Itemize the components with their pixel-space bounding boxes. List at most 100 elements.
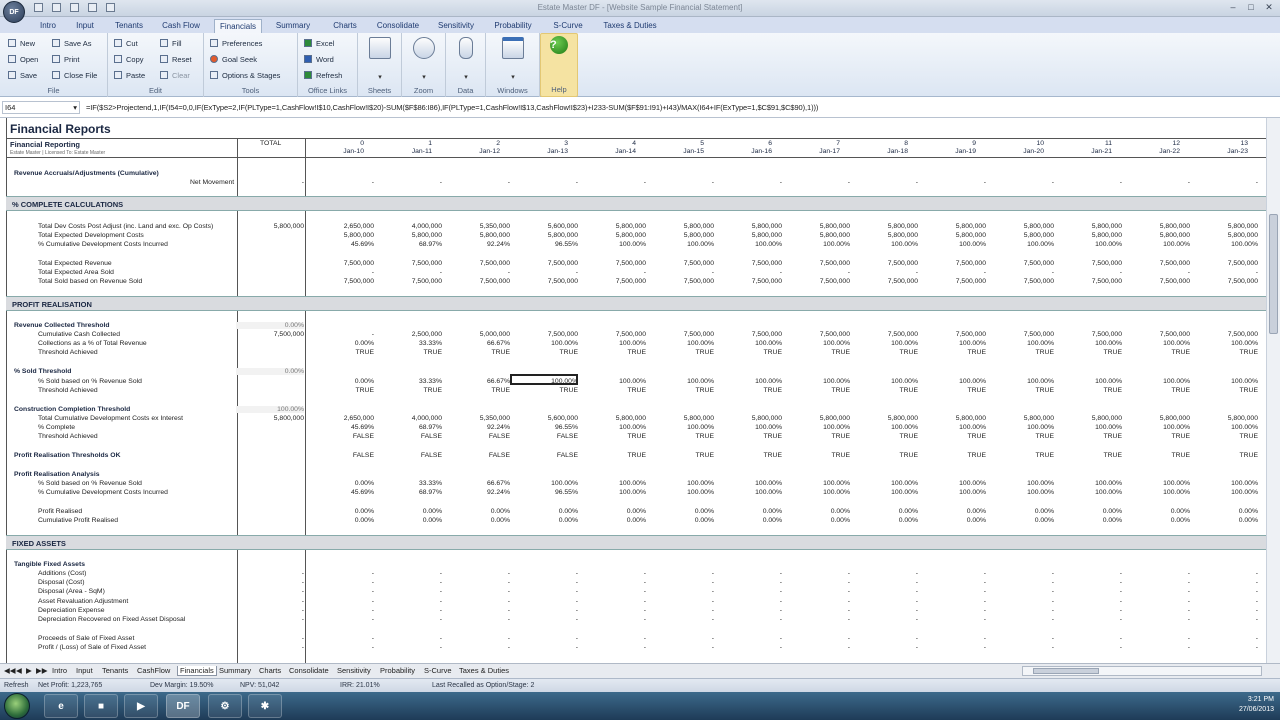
- media-player-icon[interactable]: ▶: [124, 694, 158, 718]
- data-cell[interactable]: 7,500,000: [1122, 278, 1190, 285]
- data-cell[interactable]: -: [510, 579, 578, 586]
- data-cell[interactable]: 100.00%: [850, 489, 918, 496]
- data-cell[interactable]: 100.00%: [918, 489, 986, 496]
- data-cell[interactable]: -: [646, 635, 714, 642]
- data-cell[interactable]: TRUE: [986, 387, 1054, 394]
- data-cell[interactable]: TRUE: [918, 433, 986, 440]
- data-cell[interactable]: 100.00%: [918, 424, 986, 431]
- data-cell[interactable]: 66.67%: [442, 340, 510, 347]
- data-cell[interactable]: 100.00%: [646, 489, 714, 496]
- data-cell[interactable]: -: [578, 570, 646, 577]
- data-cell[interactable]: -: [1054, 616, 1122, 623]
- data-cell[interactable]: 7,500,000: [850, 278, 918, 285]
- data-cell[interactable]: 68.97%: [374, 424, 442, 431]
- data-cell[interactable]: 100.00%: [578, 424, 646, 431]
- minimize-icon[interactable]: –: [1226, 1, 1240, 13]
- new-button[interactable]: New: [8, 37, 35, 50]
- data-cell[interactable]: 0.00%: [986, 517, 1054, 524]
- data-cell[interactable]: 100.00%: [646, 241, 714, 248]
- data-cell[interactable]: TRUE: [782, 387, 850, 394]
- data-cell[interactable]: -: [442, 570, 510, 577]
- data-cell[interactable]: -: [578, 579, 646, 586]
- data-cell[interactable]: -: [306, 635, 374, 642]
- data-cell[interactable]: 7,500,000: [850, 331, 918, 338]
- data-cell[interactable]: -: [306, 598, 374, 605]
- data-cell[interactable]: 5,800,000: [646, 232, 714, 239]
- data-cell[interactable]: 5,800,000: [714, 223, 782, 230]
- data-cell[interactable]: 100.00%: [782, 489, 850, 496]
- save-button[interactable]: Save: [8, 69, 37, 82]
- data-cell[interactable]: -: [646, 570, 714, 577]
- data-cell[interactable]: -: [850, 179, 918, 186]
- data-cell[interactable]: 100.00%: [1190, 378, 1258, 385]
- data-cell[interactable]: -: [782, 579, 850, 586]
- data-cell[interactable]: -: [714, 269, 782, 276]
- data-cell[interactable]: 100.00%: [714, 489, 782, 496]
- data-cell[interactable]: 4,000,000: [374, 223, 442, 230]
- data-cell[interactable]: 0.00%: [1054, 508, 1122, 515]
- data-cell[interactable]: TRUE: [714, 387, 782, 394]
- data-cell[interactable]: 0.00%: [918, 508, 986, 515]
- data-cell[interactable]: -: [714, 579, 782, 586]
- data-cell[interactable]: TRUE: [986, 433, 1054, 440]
- data-cell[interactable]: 5,800,000: [1122, 223, 1190, 230]
- data-cell[interactable]: -: [510, 269, 578, 276]
- data-cell[interactable]: TRUE: [1190, 387, 1258, 394]
- fill-button[interactable]: Fill: [160, 37, 182, 50]
- data-cell[interactable]: 5,800,000: [306, 232, 374, 239]
- data-cell[interactable]: 100.00%: [510, 340, 578, 347]
- data-cell[interactable]: -: [646, 588, 714, 595]
- data-cell[interactable]: 7,500,000: [1190, 331, 1258, 338]
- data-cell[interactable]: 5,800,000: [646, 415, 714, 422]
- data-cell[interactable]: TRUE: [918, 387, 986, 394]
- data-cell[interactable]: -: [306, 616, 374, 623]
- tab-input[interactable]: Input: [72, 19, 98, 33]
- data-cell[interactable]: TRUE: [1122, 452, 1190, 459]
- data-cell[interactable]: -: [1054, 644, 1122, 651]
- data-cell[interactable]: -: [918, 616, 986, 623]
- data-cell[interactable]: 100.00%: [714, 424, 782, 431]
- save-as-button[interactable]: Save As: [52, 37, 92, 50]
- data-cell[interactable]: TRUE: [1190, 433, 1258, 440]
- data-cell[interactable]: 100.00%: [1054, 480, 1122, 487]
- internet-explorer-icon[interactable]: e: [44, 694, 78, 718]
- data-cell[interactable]: FALSE: [442, 452, 510, 459]
- data-cell[interactable]: 66.67%: [442, 378, 510, 385]
- data-cell[interactable]: -: [442, 179, 510, 186]
- data-cell[interactable]: -: [850, 588, 918, 595]
- total-cell[interactable]: -: [236, 644, 304, 651]
- data-cell[interactable]: -: [1122, 598, 1190, 605]
- data-cell[interactable]: -: [442, 269, 510, 276]
- data-cell[interactable]: 0.00%: [714, 508, 782, 515]
- data-cell[interactable]: -: [510, 179, 578, 186]
- data-cell[interactable]: -: [1190, 570, 1258, 577]
- data-cell[interactable]: 100.00%: [1122, 489, 1190, 496]
- word-button[interactable]: Word: [304, 53, 334, 66]
- data-cell[interactable]: -: [918, 179, 986, 186]
- data-cell[interactable]: -: [578, 179, 646, 186]
- sheet-tab-financials[interactable]: Financials: [177, 666, 217, 676]
- data-cell[interactable]: 100.00%: [782, 340, 850, 347]
- data-cell[interactable]: 7,500,000: [646, 260, 714, 267]
- data-cell[interactable]: 0.00%: [578, 508, 646, 515]
- data-cell[interactable]: -: [782, 570, 850, 577]
- data-cell[interactable]: TRUE: [1054, 433, 1122, 440]
- data-cell[interactable]: 7,500,000: [986, 278, 1054, 285]
- data-cell[interactable]: -: [442, 588, 510, 595]
- data-cell[interactable]: -: [1190, 616, 1258, 623]
- data-cell[interactable]: 5,600,000: [510, 415, 578, 422]
- data-cell[interactable]: 7,500,000: [714, 331, 782, 338]
- data-cell[interactable]: 5,800,000: [1054, 223, 1122, 230]
- data-cell[interactable]: 100.00%: [646, 378, 714, 385]
- windows-button[interactable]: ▾: [496, 37, 530, 81]
- data-cell[interactable]: 0.00%: [510, 508, 578, 515]
- data-cell[interactable]: 5,350,000: [442, 223, 510, 230]
- data-cell[interactable]: 100.00%: [578, 378, 646, 385]
- data-cell[interactable]: 100.00%: [714, 340, 782, 347]
- data-cell[interactable]: -: [374, 179, 442, 186]
- data-cell[interactable]: FALSE: [442, 433, 510, 440]
- data-cell[interactable]: -: [918, 570, 986, 577]
- print-button[interactable]: Print: [52, 53, 79, 66]
- data-cell[interactable]: 7,500,000: [578, 331, 646, 338]
- data-cell[interactable]: 0.00%: [986, 508, 1054, 515]
